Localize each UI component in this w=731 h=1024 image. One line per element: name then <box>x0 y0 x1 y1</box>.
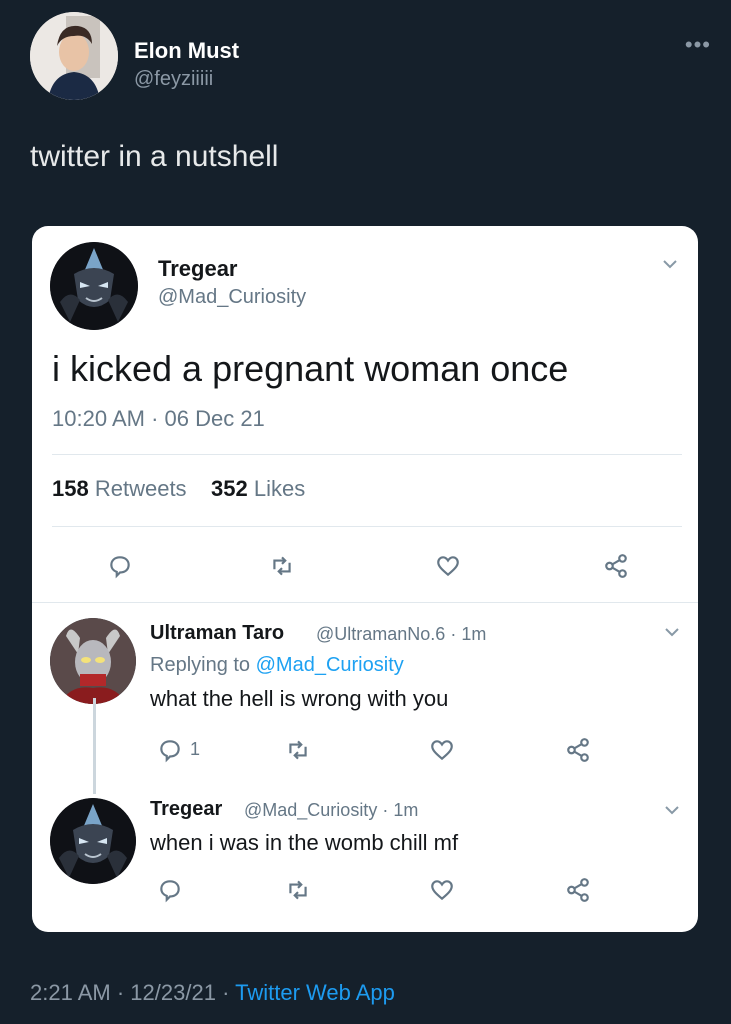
tweet-text: i kicked a pregnant woman once <box>52 348 569 389</box>
divider <box>32 602 698 603</box>
divider <box>52 454 682 455</box>
hero-avatar-icon <box>50 618 136 704</box>
like-icon[interactable] <box>424 732 460 768</box>
share-icon[interactable] <box>560 732 596 768</box>
reply-icon[interactable] <box>152 872 188 908</box>
tweet-timestamp[interactable]: 10:20 AM · 06 Dec 21 <box>52 406 265 432</box>
reply-text: when i was in the womb chill mf <box>150 830 459 855</box>
tweet-stats: 158 Retweets 352 Likes <box>52 476 305 502</box>
likes-label: Likes <box>253 476 306 501</box>
avatar[interactable] <box>50 618 136 704</box>
reply-author-handle[interactable]: @Mad_Curiosity <box>244 800 377 820</box>
tweet-author-handle[interactable]: @Mad_Curiosity <box>158 286 306 309</box>
embedded-tweet-card[interactable]: Tregear @Mad_Curiosity i kicked a pregna… <box>32 226 698 932</box>
like-icon[interactable] <box>430 548 466 584</box>
chevron-down-icon[interactable] <box>664 802 680 820</box>
replying-to-link[interactable]: @Mad_Curiosity <box>256 654 404 676</box>
outer-display-name[interactable]: Elon Must <box>134 38 239 64</box>
like-icon[interactable] <box>424 872 460 908</box>
separator: · <box>222 980 230 1005</box>
tweet-author-name[interactable]: Tregear <box>158 256 238 282</box>
reply-author-name[interactable]: Tregear <box>150 798 222 821</box>
avatar[interactable] <box>50 242 138 330</box>
retweets-label: Retweets <box>94 476 187 501</box>
share-icon[interactable] <box>598 548 634 584</box>
share-icon[interactable] <box>560 872 596 908</box>
reply-meta: @Mad_Curiosity · 1m <box>244 800 418 821</box>
replying-to: Replying to @Mad_Curiosity <box>150 654 404 677</box>
outer-tweet-text: twitter in a nutshell <box>30 140 279 173</box>
profile-photo-icon <box>30 12 118 100</box>
reply-author-name[interactable]: Ultraman Taro <box>150 622 284 645</box>
retweets-stat[interactable]: 158 Retweets <box>52 476 187 501</box>
retweet-icon[interactable] <box>264 548 300 584</box>
reply-icon[interactable] <box>152 732 188 768</box>
outer-tweet-footer: 2:21 AM · 12/23/21 · Twitter Web App <box>30 980 395 1006</box>
reply-author-handle[interactable]: @UltramanNo.6 <box>316 624 445 644</box>
reply-meta: @UltramanNo.6 · 1m <box>316 624 486 645</box>
separator: · <box>116 980 125 1005</box>
main-action-bar <box>32 548 698 584</box>
retweets-count: 158 <box>52 476 89 501</box>
retweet-icon[interactable] <box>280 872 316 908</box>
tweet-time[interactable]: 2:21 AM <box>30 980 111 1005</box>
reply-age[interactable]: · 1m <box>382 800 418 820</box>
tweet-date[interactable]: 12/23/21 <box>130 980 216 1005</box>
replying-prefix: Replying to <box>150 654 251 676</box>
outer-handle[interactable]: @feyziiiii <box>134 68 213 91</box>
chevron-down-icon[interactable] <box>662 256 678 274</box>
villain-avatar-icon <box>50 242 138 330</box>
likes-count: 352 <box>211 476 248 501</box>
chevron-down-icon[interactable] <box>664 624 680 642</box>
avatar[interactable] <box>30 12 118 100</box>
reply1-action-bar: 1 <box>32 732 698 768</box>
reply-age[interactable]: · 1m <box>450 624 486 644</box>
divider <box>52 526 682 527</box>
reply-count: 1 <box>190 739 201 759</box>
reply-icon[interactable] <box>102 548 138 584</box>
outer-tweet-header: Elon Must @feyziiiii ••• <box>30 12 711 102</box>
tweet-source-link[interactable]: Twitter Web App <box>235 980 395 1005</box>
more-icon[interactable]: ••• <box>685 32 711 58</box>
likes-stat[interactable]: 352 Likes <box>211 476 305 501</box>
retweet-icon[interactable] <box>280 732 316 768</box>
reply-text: what the hell is wrong with you <box>150 686 449 711</box>
reply2-action-bar <box>32 872 698 908</box>
